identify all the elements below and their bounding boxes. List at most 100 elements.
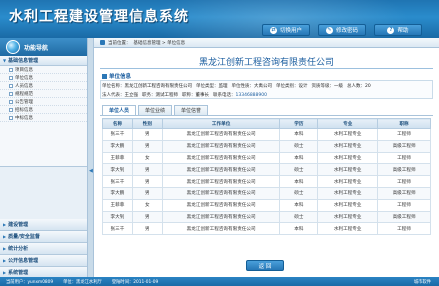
table-cell: 黑龙江创新工程咨询有限责任公司 — [161, 186, 281, 200]
table-cell: 硕士 — [279, 163, 319, 177]
section-marker-icon — [102, 73, 107, 79]
table-row[interactable]: 李大鹏男黑龙江创新工程咨询有限责任公司 硕士 水利工程专业 高级工程师 — [102, 186, 431, 200]
sidebar-section-label: 基础信息管理 — [8, 58, 39, 64]
table-cell: 本科 — [279, 222, 319, 236]
tab-unit-performance[interactable]: 单位业绩 — [138, 105, 173, 115]
info-key: 单位类型： — [196, 84, 219, 89]
info-key: 单位性质： — [231, 84, 255, 89]
sidebar-item-announcements[interactable]: 公告管理 — [0, 98, 87, 106]
sidebar-section-label: 质量/安全监督 — [8, 234, 40, 240]
help-button[interactable]: ? 帮助 — [374, 24, 422, 36]
status-bar: 当前用户：yunxm0809 单位：黑龙江水利厅 登陆时间：2011-01-09… — [0, 277, 439, 286]
info-key: 单位名称： — [102, 84, 125, 89]
table-row[interactable]: 张三千男黑龙江创新工程咨询有限责任公司 本科 水利工程专业 工程师 — [102, 175, 431, 188]
sidebar-item-label: 中标信息 — [15, 115, 33, 121]
switch-user-button[interactable]: ⇄ 切换用户 — [262, 24, 310, 36]
sidebar-section-statistics[interactable]: ▶ 统计分析 — [0, 243, 87, 255]
collapse-arrow-icon: ▶ — [3, 258, 7, 263]
info-key: 单位类别： — [276, 84, 299, 89]
globe-icon — [6, 40, 20, 54]
back-button[interactable]: 返 回 — [246, 260, 284, 271]
info-value: 13346888900 — [235, 93, 268, 98]
sidebar-item-label: 单位信息 — [15, 75, 33, 81]
table-cell: 水利工程专业 — [317, 139, 379, 153]
sidebar-item-personnel-info[interactable]: 人员信息 — [0, 82, 87, 90]
breadcrumb: 当前位置： 基础信息管理 > 单位信息 — [94, 38, 439, 48]
table-cell: 李大钊 — [102, 210, 133, 224]
sidebar-item-regulations[interactable]: 规程规范 — [0, 90, 87, 98]
table-row[interactable]: 王菲菲女黑龙江创新工程咨询有限责任公司 本科 水利工程专业 工程师 — [102, 198, 431, 212]
info-value: 设计 — [298, 84, 308, 89]
item-icon — [9, 115, 13, 120]
sidebar-item-bidding-info[interactable]: 招标信息 — [0, 106, 87, 114]
table-row[interactable]: 王菲菲女黑龙江创新工程咨询有限责任公司 本科 水利工程专业 工程师 — [102, 151, 431, 165]
table-cell: 本科 — [279, 175, 319, 188]
sidebar-item-unit-info[interactable]: 单位信息 — [0, 74, 87, 82]
change-password-label: 修改密码 — [335, 28, 358, 34]
app-title: 水利工程建设管理信息系统 — [9, 9, 189, 25]
table-cell: 女 — [131, 151, 163, 165]
collapse-arrow-icon: ▶ — [3, 270, 7, 275]
app-header: 水利工程建设管理信息系统 ⇄ 切换用户 ✎ 修改密码 ? 帮助 — [0, 0, 439, 38]
table-cell: 男 — [131, 175, 163, 188]
info-value: 20 — [365, 84, 371, 89]
info-key: 职务： — [142, 93, 156, 98]
unit-info-row-2: 法人代表：王立强 职务：测试工程师 职称：董事长 联系电话：1334688890… — [102, 92, 267, 98]
table-header-row: 名称 性别 工作单位 学历 专业 职称 — [102, 118, 431, 129]
tab-bar: 单位人员 单位业绩 单位信誉 — [102, 105, 209, 115]
status-date: 登陆时间：2011-01-09 — [111, 279, 159, 285]
sidebar-section-construction[interactable]: ▶ 建设管理 — [0, 219, 87, 231]
table-cell: 水利工程专业 — [317, 186, 379, 200]
table-cell: 男 — [131, 139, 163, 153]
expand-arrow-icon: ▼ — [3, 58, 7, 63]
sidebar-item-project-info[interactable]: 项目信息 — [0, 66, 87, 74]
tab-unit-personnel[interactable]: 单位人员 — [102, 105, 137, 115]
table-cell: 王菲菲 — [102, 151, 133, 165]
sidebar-section-public-info[interactable]: ▶ 公开信息管理 — [0, 255, 87, 267]
table-cell: 男 — [131, 222, 163, 236]
table-cell: 硕士 — [279, 139, 319, 153]
collapse-sidebar-icon[interactable]: ◀ — [89, 168, 93, 174]
table-cell: 高级工程师 — [377, 186, 431, 200]
change-password-button[interactable]: ✎ 修改密码 — [318, 24, 366, 36]
table-row[interactable]: 张三千男黑龙江创新工程咨询有限责任公司 本科 水利工程专业 工程师 — [102, 128, 431, 141]
sidebar-section-basic-info[interactable]: ▼ 基础信息管理 — [0, 56, 87, 66]
title-divider — [100, 68, 433, 69]
table-row[interactable]: 李大钊男黑龙江创新工程咨询有限责任公司 硕士 水利工程专业 高级工程师 — [102, 163, 431, 177]
table-cell: 张三千 — [102, 175, 133, 188]
table-cell: 本科 — [279, 128, 319, 141]
unit-info-title: 单位信息 — [109, 74, 132, 80]
table-cell: 女 — [131, 198, 163, 212]
item-icon — [9, 99, 13, 104]
table-cell: 张三千 — [102, 128, 133, 141]
table-cell: 工程师 — [377, 198, 431, 212]
unit-info-row-1: 单位名称：黑龙江创新工程咨询有限责任公司 单位类型：监理 单位性质：大禹公司 单… — [102, 83, 371, 89]
sidebar-title: 功能导航 — [24, 44, 49, 52]
table-cell: 男 — [131, 128, 163, 141]
table-cell: 黑龙江创新工程咨询有限责任公司 — [161, 139, 281, 153]
table-row[interactable]: 李大鹏男黑龙江创新工程咨询有限责任公司 硕士 水利工程专业 高级工程师 — [102, 139, 431, 153]
table-row[interactable]: 李大钊男黑龙江创新工程咨询有限责任公司 硕士 水利工程专业 高级工程师 — [102, 210, 431, 224]
table-cell: 李大鹏 — [102, 186, 133, 200]
help-label: 帮助 — [397, 28, 409, 34]
status-user: 当前用户：yunxm0809 — [6, 279, 54, 285]
sidebar-item-label: 招标信息 — [15, 107, 33, 113]
table-row[interactable]: 张三千男黑龙江创新工程咨询有限责任公司 本科 水利工程专业 工程师 — [102, 222, 431, 236]
table-cell: 男 — [131, 186, 163, 200]
table-cell: 水利工程专业 — [317, 175, 379, 188]
breadcrumb-path[interactable]: 基础信息管理 > 单位信息 — [134, 40, 186, 46]
sidebar: 功能导航 ▼ 基础信息管理 项目信息 单位信息 人员信息 规程规范 公告管理 招… — [0, 38, 88, 279]
table-cell: 李大钊 — [102, 163, 133, 177]
tab-unit-reputation[interactable]: 单位信誉 — [174, 105, 209, 115]
key-icon: ✎ — [325, 26, 333, 34]
sidebar-section-label: 统计分析 — [8, 246, 29, 252]
table-cell: 本科 — [279, 198, 319, 212]
table-cell: 高级工程师 — [377, 139, 431, 153]
table-cell: 王菲菲 — [102, 198, 133, 212]
status-company: 城市软件 — [413, 280, 431, 285]
sidebar-item-winning-bid-info[interactable]: 中标信息 — [0, 114, 87, 122]
sidebar-item-label: 公告管理 — [15, 99, 33, 105]
sidebar-section-quality-safety[interactable]: ▶ 质量/安全监督 — [0, 231, 87, 243]
sidebar-item-label: 人员信息 — [15, 83, 33, 89]
table-cell: 水利工程专业 — [317, 128, 379, 141]
